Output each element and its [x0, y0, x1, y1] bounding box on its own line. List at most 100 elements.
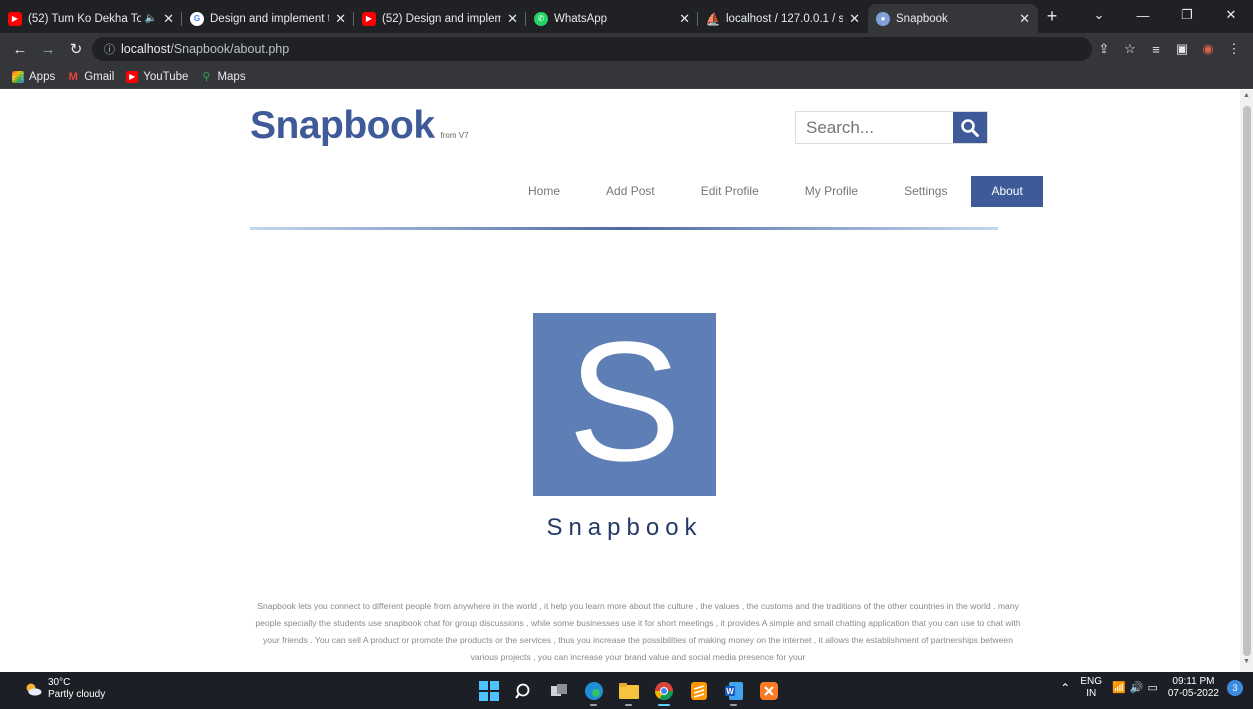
- browser-toolbar: ← → ↻ ⓘ localhost/Snapbook/about.php ⇪ ☆…: [0, 33, 1253, 65]
- svg-text:W: W: [726, 687, 734, 696]
- search-icon: [961, 118, 979, 137]
- maps-pin-icon: ⚲: [202, 71, 211, 83]
- close-tab-icon[interactable]: ✕: [679, 11, 690, 27]
- reload-icon[interactable]: ↻: [62, 40, 90, 58]
- back-icon[interactable]: ←: [6, 41, 34, 58]
- side-panel-icon[interactable]: ▣: [1169, 41, 1195, 57]
- tab-title: Snapbook: [896, 12, 948, 25]
- nav-settings[interactable]: Settings: [886, 176, 965, 207]
- sublime-text-icon[interactable]: [686, 678, 711, 703]
- system-tray: ⌃ ENG IN 📶 🔊 ▭ 09:11 PM 07-05-2022 3: [1050, 676, 1243, 700]
- snapbook-icon: ●: [876, 11, 890, 26]
- browser-tab[interactable]: ⛵ localhost / 127.0.0.1 / sb / c ✕: [698, 4, 868, 33]
- url-host: localhost: [121, 42, 171, 56]
- url-path: /Snapbook/about.php: [170, 42, 290, 56]
- nav-my-profile[interactable]: My Profile: [787, 176, 876, 207]
- minimize-icon[interactable]: —: [1121, 8, 1165, 23]
- wifi-icon[interactable]: 📶: [1112, 682, 1126, 694]
- tab-title: (52) Design and implement: [382, 12, 502, 25]
- weather-widget[interactable]: 30°C Partly cloudy: [24, 677, 105, 701]
- scroll-down-icon[interactable]: ▼: [1240, 658, 1253, 670]
- bookmark-youtube[interactable]: ▶ YouTube: [126, 70, 188, 83]
- chrome-icon[interactable]: [651, 678, 676, 706]
- address-bar[interactable]: ⓘ localhost/Snapbook/about.php: [92, 37, 1092, 61]
- tab-title: (52) Tum Ko Dekha To: [28, 12, 141, 25]
- browser-tab[interactable]: ✆ WhatsApp ✕: [526, 4, 698, 33]
- page-scrollbar[interactable]: ▲ ▼: [1240, 90, 1253, 672]
- search-input[interactable]: [796, 112, 953, 143]
- window-controls: ⌄ — ❐ ✕: [1077, 0, 1253, 30]
- weather-temperature: 30°C: [48, 677, 71, 688]
- search-box: [795, 111, 988, 144]
- tab-title: WhatsApp: [554, 12, 608, 25]
- nav-edit-profile[interactable]: Edit Profile: [683, 176, 777, 207]
- partly-cloudy-icon: [24, 682, 42, 696]
- notification-badge[interactable]: 3: [1227, 680, 1243, 696]
- site-brand[interactable]: Snapbook from V7: [250, 104, 469, 148]
- audio-icon[interactable]: 🔈: [145, 13, 157, 24]
- browser-tab[interactable]: ▶ (52) Design and implement ✕: [354, 4, 526, 33]
- logo-caption: Snapbook: [546, 514, 703, 541]
- task-view-icon[interactable]: [546, 678, 571, 703]
- scroll-up-icon[interactable]: ▲: [1240, 92, 1253, 104]
- nav-home[interactable]: Home: [510, 176, 578, 207]
- language-indicator[interactable]: ENG IN: [1080, 676, 1102, 700]
- youtube-icon: ▶: [8, 11, 22, 26]
- tab-title: Design and implement the: [210, 12, 329, 25]
- browser-tab-active[interactable]: ● Snapbook ✕: [868, 4, 1038, 33]
- whatsapp-icon: ✆: [534, 11, 548, 26]
- about-paragraph: Snapbook lets you connect to different p…: [255, 601, 1021, 662]
- taskbar-apps: W: [476, 678, 791, 706]
- word-icon[interactable]: W: [721, 678, 746, 706]
- close-tab-icon[interactable]: ✕: [507, 11, 518, 27]
- clock[interactable]: 09:11 PM 07-05-2022: [1168, 676, 1219, 700]
- search-button[interactable]: [953, 112, 987, 143]
- close-tab-icon[interactable]: ✕: [163, 11, 174, 27]
- browser-tab[interactable]: ▶ (52) Tum Ko Dekha To 🔈 ✕: [0, 4, 182, 33]
- gmail-icon: M: [68, 70, 78, 83]
- bookmark-apps[interactable]: ⋮⋮ Apps: [10, 70, 55, 83]
- close-tab-icon[interactable]: ✕: [335, 11, 346, 27]
- xampp-icon[interactable]: [756, 678, 781, 703]
- volume-icon[interactable]: 🔊: [1130, 682, 1144, 694]
- logo-letter: S: [567, 306, 682, 497]
- apps-grid-icon: ⋮⋮: [10, 70, 26, 83]
- close-tab-icon[interactable]: ✕: [849, 11, 860, 27]
- new-tab-icon[interactable]: +: [1038, 6, 1066, 27]
- nav-add-post[interactable]: Add Post: [588, 176, 673, 207]
- search-icon[interactable]: [511, 678, 536, 703]
- close-window-icon[interactable]: ✕: [1209, 7, 1253, 23]
- bookmark-star-icon[interactable]: ☆: [1117, 41, 1143, 57]
- battery-icon[interactable]: ▭: [1147, 682, 1157, 694]
- tab-search-icon[interactable]: ⌄: [1077, 7, 1121, 23]
- windows-start-icon[interactable]: [476, 678, 501, 703]
- file-explorer-icon[interactable]: [616, 678, 641, 706]
- youtube-icon: ▶: [126, 70, 139, 83]
- nav-about[interactable]: About: [971, 176, 1043, 207]
- phpmyadmin-icon: ⛵: [705, 11, 721, 26]
- forward-icon[interactable]: →: [34, 41, 62, 58]
- windows-taskbar: 30°C Partly cloudy W ⌃ ENG IN 📶 🔊 ▭ 09:1…: [0, 672, 1253, 709]
- info-icon[interactable]: ⓘ: [104, 41, 115, 57]
- youtube-icon: ▶: [362, 11, 376, 26]
- chevron-up-icon[interactable]: ⌃: [1060, 682, 1070, 694]
- browser-tab[interactable]: G Design and implement the ✕: [182, 4, 354, 33]
- bookmark-maps[interactable]: ⚲ Maps: [200, 71, 245, 84]
- weather-condition: Partly cloudy: [48, 689, 106, 700]
- profile-avatar-icon[interactable]: ◉: [1195, 41, 1221, 57]
- close-tab-icon[interactable]: ✕: [1019, 11, 1030, 27]
- tab-title: localhost / 127.0.0.1 / sb / c: [726, 12, 844, 25]
- brand-suffix: from V7: [440, 131, 469, 140]
- edge-browser-icon[interactable]: [581, 678, 606, 706]
- reading-list-icon[interactable]: ≡: [1143, 42, 1169, 57]
- scrollbar-thumb[interactable]: [1243, 106, 1251, 656]
- snapbook-logo-image: S: [533, 313, 716, 496]
- bookmarks-bar: ⋮⋮ Apps M Gmail ▶ YouTube ⚲ Maps: [0, 65, 1253, 89]
- main-nav: Home Add Post Edit Profile My Profile Se…: [500, 176, 1043, 207]
- bookmark-gmail[interactable]: M Gmail: [67, 70, 115, 83]
- header-divider: [250, 227, 998, 230]
- menu-kebab-icon[interactable]: ⋮: [1221, 41, 1247, 57]
- maximize-icon[interactable]: ❐: [1165, 7, 1209, 23]
- share-icon[interactable]: ⇪: [1091, 41, 1117, 57]
- page-viewport: Snapbook from V7 Home Add Post Edit Prof…: [0, 90, 1240, 672]
